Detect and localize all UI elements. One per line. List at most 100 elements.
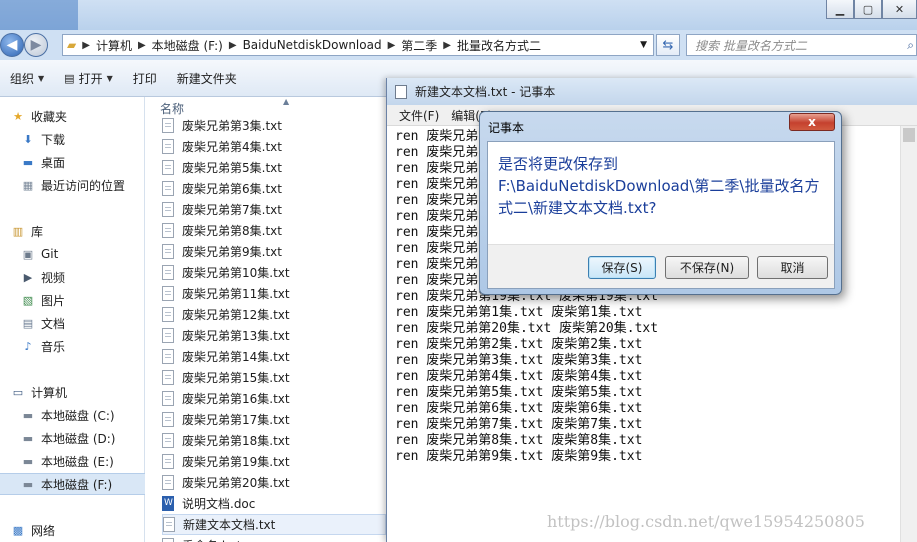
file-item[interactable]: 废柴兄弟第14集.txt [162, 346, 386, 367]
breadcrumb-separator-icon[interactable]: ▶ [443, 40, 451, 51]
file-item[interactable]: 废柴兄弟第8集.txt [162, 220, 386, 241]
network-icon: ▩ [12, 523, 24, 537]
documents-icon: ▤ [22, 316, 34, 330]
breadcrumb-separator-icon[interactable]: ▶ [388, 40, 396, 51]
breadcrumb-computer[interactable]: 计算机 [96, 37, 132, 54]
file-name: 废柴兄弟第4集.txt [182, 140, 282, 154]
print-label: 打印 [132, 71, 157, 86]
breadcrumb-season2[interactable]: 第二季 [401, 37, 437, 54]
pictures-icon: ▧ [22, 293, 34, 307]
file-item[interactable]: 废柴兄弟第20集.txt [162, 472, 386, 493]
organize-label: 组织 [10, 71, 35, 86]
file-item[interactable]: 废柴兄弟第15集.txt [162, 367, 386, 388]
notepad-title: 新建文本文档.txt - 记事本 [415, 85, 556, 99]
drive-icon: ▬ [22, 477, 34, 491]
drive-icon: ▬ [22, 454, 34, 468]
nav-pictures[interactable]: ▧ 图片 [20, 289, 165, 311]
nav-drive-e[interactable]: ▬ 本地磁盘 (E:) [20, 450, 165, 472]
organize-menu[interactable]: 组织 ▼ [10, 70, 44, 87]
file-name: 废柴兄弟第3集.txt [182, 119, 282, 133]
text-line: ren 废柴兄弟第20集.txt 废柴第20集.txt [395, 321, 659, 336]
drive-icon: ▬ [22, 408, 34, 422]
print-button[interactable]: 打印 [133, 70, 157, 87]
menu-file[interactable]: 文件(F) [399, 107, 439, 124]
file-item[interactable]: 废柴兄弟第16集.txt [162, 388, 386, 409]
nav-favorites[interactable]: ★ 收藏夹 [10, 105, 155, 127]
nav-network[interactable]: ▩ 网络 [10, 519, 155, 541]
nav-libraries[interactable]: ▥ 库 [10, 220, 155, 242]
nav-drive-d[interactable]: ▬ 本地磁盘 (D:) [20, 427, 165, 449]
save-button[interactable]: 保存(S) [588, 256, 656, 279]
breadcrumb-rename-folder[interactable]: 批量改名方式二 [457, 37, 541, 54]
open-label: 打开 [78, 71, 103, 86]
desktop-icon: ▬ [22, 155, 34, 169]
nav-label: 网络 [31, 523, 56, 538]
text-file-icon [162, 118, 174, 133]
nav-label: 文档 [41, 316, 66, 331]
text-file-icon [162, 160, 174, 175]
dialog-close-button[interactable]: x [789, 113, 835, 131]
text-line: ren 废柴兄弟第6集.txt 废柴第6集.txt [395, 401, 643, 416]
open-menu[interactable]: ▤ 打开 ▼ [64, 70, 113, 87]
breadcrumb-separator-icon[interactable]: ▶ [138, 40, 146, 51]
file-item[interactable]: 废柴兄弟第17集.txt [162, 409, 386, 430]
text-file-icon [163, 517, 175, 532]
breadcrumb-drive-f[interactable]: 本地磁盘 (F:) [152, 37, 223, 54]
nav-computer[interactable]: ▭ 计算机 [10, 381, 155, 403]
nav-downloads[interactable]: ⬇ 下载 [20, 128, 165, 150]
file-item[interactable]: 废柴兄弟第7集.txt [162, 199, 386, 220]
file-item[interactable]: 废柴兄弟第6集.txt [162, 178, 386, 199]
nav-git[interactable]: ▣ Git [20, 243, 165, 265]
explorer-close-button[interactable]: ✕ [882, 0, 917, 19]
dont-save-button[interactable]: 不保存(N) [665, 256, 749, 279]
nav-label: 本地磁盘 (F:) [41, 477, 113, 492]
downloads-icon: ⬇ [23, 132, 33, 146]
file-item[interactable]: 废柴兄弟第5集.txt [162, 157, 386, 178]
nav-videos[interactable]: ▶ 视频 [20, 266, 165, 288]
new-folder-label: 新建文件夹 [176, 71, 237, 86]
cancel-button[interactable]: 取消 [757, 256, 828, 279]
nav-desktop[interactable]: ▬ 桌面 [20, 151, 165, 173]
file-item[interactable]: 新建文本文档.txt [162, 514, 386, 535]
file-item[interactable]: 废柴兄弟第19集.txt [162, 451, 386, 472]
nav-label: 计算机 [31, 385, 68, 400]
file-item[interactable]: 说明文档.doc [162, 493, 386, 514]
minimize-button[interactable]: ▁ [826, 0, 854, 19]
close-icon: x [808, 115, 816, 129]
search-input[interactable]: 搜索 批量改名方式二 ⌕ [686, 34, 917, 56]
forward-button[interactable]: ▶ [24, 33, 48, 57]
nav-drive-f[interactable]: ▬ 本地磁盘 (F:) [0, 473, 145, 495]
scrollbar-thumb[interactable] [903, 128, 915, 142]
file-item[interactable]: 废柴兄弟第3集.txt [162, 115, 386, 136]
dialog-title: 记事本 [488, 121, 525, 135]
nav-documents[interactable]: ▤ 文档 [20, 312, 165, 334]
address-bar[interactable]: ▰ ▶ 计算机 ▶ 本地磁盘 (F:) ▶ BaiduNetdiskDownlo… [62, 34, 654, 56]
notepad-scrollbar[interactable] [900, 126, 917, 542]
file-item[interactable]: 废柴兄弟第12集.txt [162, 304, 386, 325]
titlebar-accent [0, 0, 78, 30]
file-item[interactable]: 废柴兄弟第10集.txt [162, 262, 386, 283]
refresh-button[interactable]: ⇆ [656, 34, 680, 56]
breadcrumb-separator-icon[interactable]: ▶ [229, 40, 237, 51]
file-item[interactable]: 废柴兄弟第13集.txt [162, 325, 386, 346]
explorer-titlebar: ▁ ▢ ✕ [0, 0, 917, 30]
back-button[interactable]: ◀ [0, 33, 24, 57]
file-item[interactable]: 废柴兄弟第9集.txt [162, 241, 386, 262]
nav-recent[interactable]: ▦ 最近访问的位置 [20, 174, 165, 196]
file-item[interactable]: 重命名.bat [162, 535, 386, 542]
new-folder-button[interactable]: 新建文件夹 [177, 70, 237, 87]
text-file-icon [162, 202, 174, 217]
drive-icon: ▬ [22, 431, 34, 445]
file-item[interactable]: 废柴兄弟第4集.txt [162, 136, 386, 157]
file-name: 废柴兄弟第6集.txt [182, 182, 282, 196]
maximize-button[interactable]: ▢ [854, 0, 882, 19]
text-file-icon [162, 181, 174, 196]
file-item[interactable]: 废柴兄弟第18集.txt [162, 430, 386, 451]
nav-drive-c[interactable]: ▬ 本地磁盘 (C:) [20, 404, 165, 426]
file-item[interactable]: 废柴兄弟第11集.txt [162, 283, 386, 304]
nav-music[interactable]: ♪ 音乐 [20, 335, 165, 357]
breadcrumb-separator-icon[interactable]: ▶ [82, 40, 90, 51]
text-line: ren 废柴兄弟第2集.txt 废柴第2集.txt [395, 337, 643, 352]
address-dropdown-icon[interactable]: ▼ [640, 40, 647, 50]
breadcrumb-baidu[interactable]: BaiduNetdiskDownload [243, 38, 382, 52]
